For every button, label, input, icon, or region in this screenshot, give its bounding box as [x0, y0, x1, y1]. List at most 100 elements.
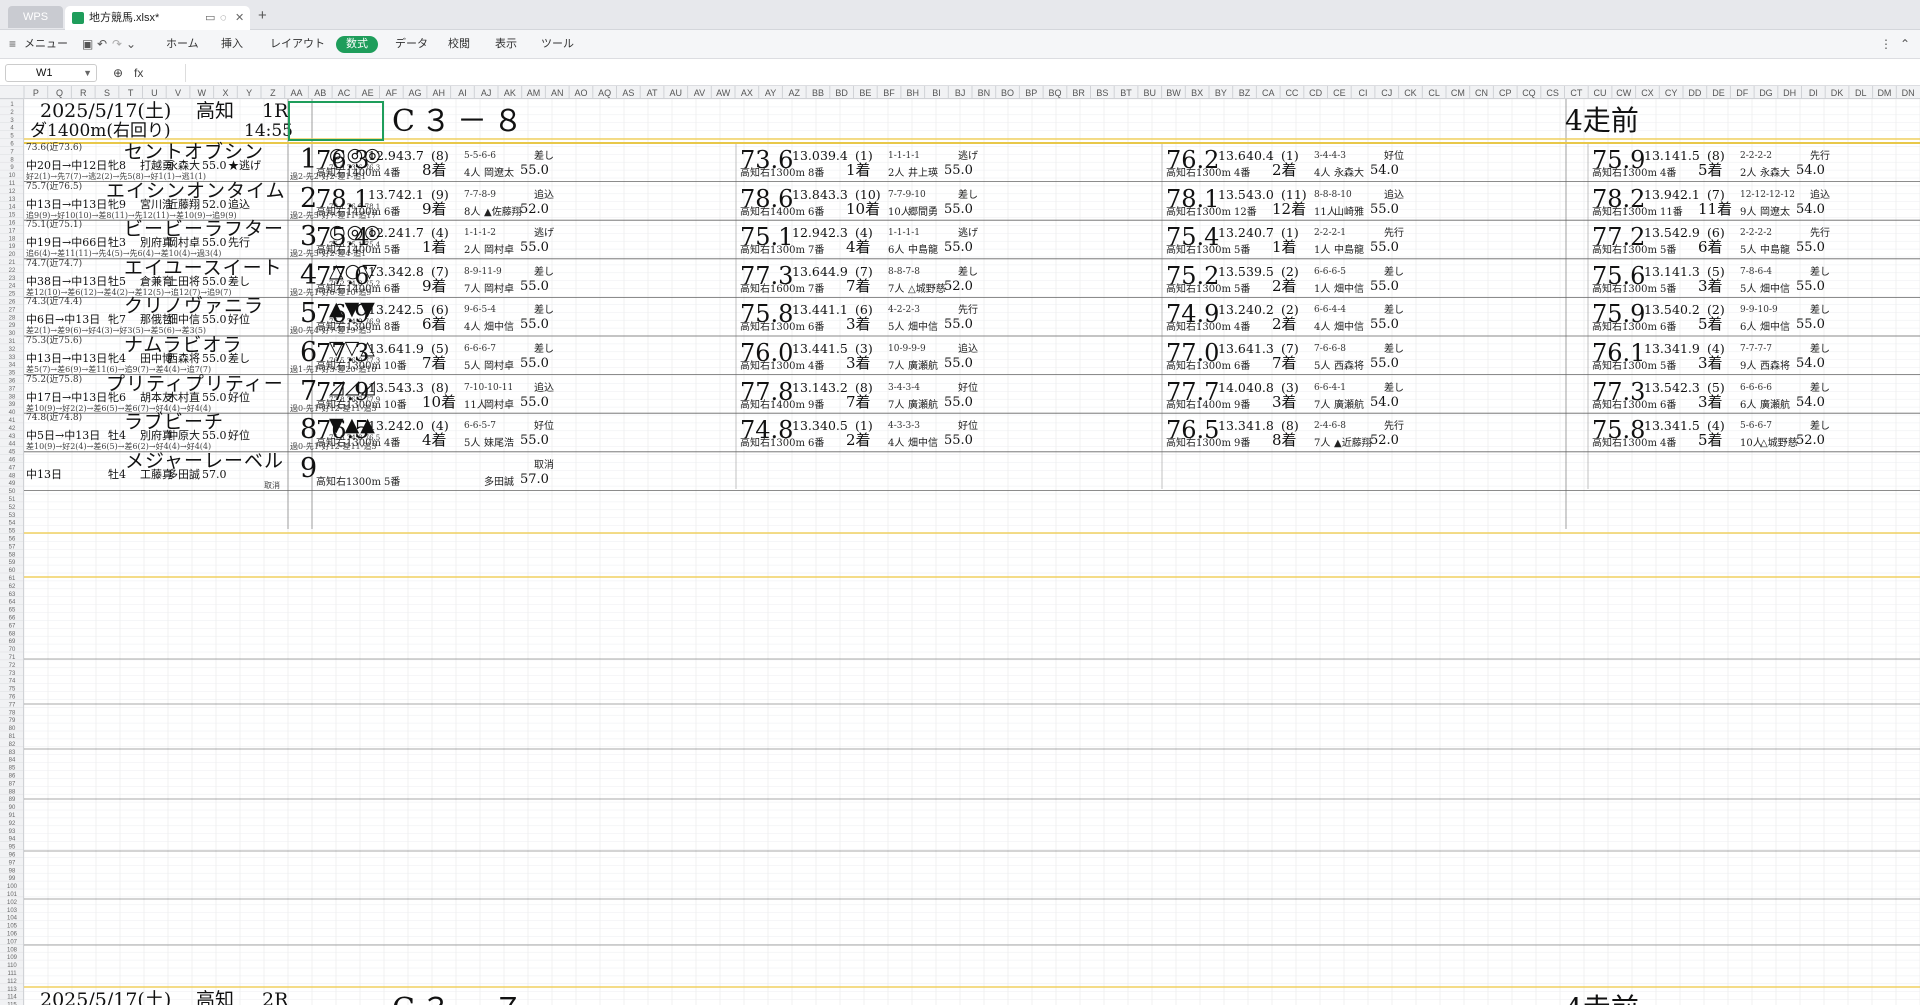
column-label[interactable]: DH	[1783, 88, 1796, 98]
column-label[interactable]: CK	[1404, 88, 1417, 98]
undo-icon[interactable]: ↶	[97, 36, 107, 53]
selected-cell[interactable]	[288, 101, 384, 141]
collapse-ribbon-icon[interactable]: ⌃	[1900, 36, 1910, 53]
column-label[interactable]: BO	[1001, 88, 1014, 98]
column-label[interactable]: AS	[622, 88, 634, 98]
column-label[interactable]: DM	[1877, 88, 1891, 98]
column-label[interactable]: CD	[1309, 88, 1322, 98]
column-label[interactable]: BD	[835, 88, 848, 98]
column-label[interactable]: AK	[504, 88, 516, 98]
column-label[interactable]: BE	[859, 88, 871, 98]
column-label[interactable]: BX	[1191, 88, 1203, 98]
column-label[interactable]: CQ	[1522, 88, 1536, 98]
column-label[interactable]: DG	[1759, 88, 1773, 98]
save-icon[interactable]: ▣	[82, 36, 93, 53]
column-label[interactable]: AU	[669, 88, 682, 98]
column-label[interactable]: BW	[1166, 88, 1181, 98]
column-label[interactable]: R	[80, 88, 87, 98]
sheet-grid[interactable]: 2025/5/17(土) 高知 1R ダ1400m(右回り) 14:55 C３－…	[24, 99, 1920, 1005]
column-label[interactable]: CU	[1594, 88, 1607, 98]
column-label[interactable]: CA	[1262, 88, 1275, 98]
column-label[interactable]: V	[175, 88, 181, 98]
menu-button[interactable]: メニュー	[18, 36, 74, 53]
column-header[interactable]: P Q R S T U V W X Y Z AA AB AC AE AF AG AH AI AJ AK AM AN AO AQ A…	[0, 86, 1920, 99]
column-label[interactable]: CC	[1285, 88, 1298, 98]
close-tab-icon[interactable]: ✕	[235, 6, 244, 30]
column-label[interactable]: DN	[1902, 88, 1915, 98]
column-label[interactable]: CS	[1546, 88, 1559, 98]
more-options-icon[interactable]: ⋮	[1880, 36, 1892, 53]
column-label[interactable]: CW	[1616, 88, 1631, 98]
column-label[interactable]: AZ	[788, 88, 800, 98]
column-label[interactable]: AW	[716, 88, 731, 98]
column-label[interactable]: AF	[386, 88, 398, 98]
column-label[interactable]: U	[151, 88, 158, 98]
column-label[interactable]: AC	[338, 88, 351, 98]
column-label[interactable]: AO	[574, 88, 587, 98]
tab-insert[interactable]: 挿入	[215, 36, 249, 53]
column-label[interactable]: BB	[812, 88, 824, 98]
fx-button[interactable]: fx	[134, 65, 143, 81]
column-label[interactable]: BI	[932, 88, 941, 98]
column-label[interactable]: X	[222, 88, 228, 98]
column-label[interactable]: BJ	[955, 88, 966, 98]
column-label[interactable]: Q	[56, 88, 63, 98]
column-label[interactable]: CL	[1428, 88, 1440, 98]
column-label[interactable]: CX	[1641, 88, 1654, 98]
column-label[interactable]: BP	[1025, 88, 1037, 98]
tab-layout[interactable]: レイアウト	[264, 36, 331, 53]
column-label[interactable]: AG	[409, 88, 422, 98]
column-label[interactable]: DK	[1831, 88, 1844, 98]
column-label[interactable]: AY	[765, 88, 776, 98]
tab-data[interactable]: データ	[389, 36, 434, 53]
tab-review[interactable]: 校閲	[442, 36, 476, 53]
column-label[interactable]: W	[198, 88, 207, 98]
column-label[interactable]: DD	[1688, 88, 1701, 98]
redo-icon[interactable]: ↷	[112, 36, 122, 53]
column-label[interactable]: CM	[1451, 88, 1465, 98]
column-label[interactable]: BF	[883, 88, 895, 98]
column-label[interactable]: AX	[741, 88, 753, 98]
column-label[interactable]: AT	[647, 88, 658, 98]
column-label[interactable]: CT	[1570, 88, 1582, 98]
column-label[interactable]: BH	[906, 88, 919, 98]
column-label[interactable]: AM	[527, 88, 541, 98]
column-label[interactable]: AB	[314, 88, 326, 98]
column-label[interactable]: CE	[1333, 88, 1346, 98]
column-label[interactable]: P	[33, 88, 39, 98]
column-label[interactable]: S	[104, 88, 110, 98]
column-label[interactable]: BN	[978, 88, 991, 98]
column-label[interactable]: BR	[1072, 88, 1085, 98]
zoom-icon[interactable]: ⊕	[113, 65, 123, 81]
column-label[interactable]: DF	[1736, 88, 1748, 98]
column-label[interactable]: CP	[1499, 88, 1512, 98]
column-label[interactable]: Y	[246, 88, 252, 98]
column-label[interactable]: BZ	[1239, 88, 1251, 98]
column-label[interactable]: Z	[270, 88, 276, 98]
column-label[interactable]: AI	[458, 88, 467, 98]
column-label[interactable]: AA	[291, 88, 303, 98]
formula-input[interactable]	[185, 64, 1910, 82]
app-tab-wps[interactable]: WPS	[8, 6, 63, 28]
column-label[interactable]: CN	[1475, 88, 1488, 98]
document-tab[interactable]: 地方競馬.xlsx* ▭ ◌ ✕	[65, 6, 250, 30]
column-label[interactable]: CY	[1665, 88, 1678, 98]
column-label[interactable]: BY	[1215, 88, 1227, 98]
column-label[interactable]: AN	[551, 88, 564, 98]
column-label[interactable]: BU	[1143, 88, 1156, 98]
hamburger-icon[interactable]: ≡	[9, 36, 16, 53]
column-label[interactable]: AV	[694, 88, 705, 98]
column-label[interactable]: AH	[432, 88, 445, 98]
more-quick-icon[interactable]: ⌄	[126, 36, 136, 53]
column-label[interactable]: DE	[1712, 88, 1725, 98]
column-label[interactable]: BT	[1120, 88, 1132, 98]
tab-tools[interactable]: ツール	[535, 36, 580, 53]
column-label[interactable]: AQ	[598, 88, 611, 98]
column-label[interactable]: DI	[1809, 88, 1818, 98]
tab-home[interactable]: ホーム	[160, 36, 205, 53]
new-tab-button[interactable]: +	[258, 6, 267, 26]
row-header[interactable]: 1 2 3 4 5 6 7 8 9 10 11 12 13 14 15 16 17 18 19 20 21 22 23 24 2…	[0, 99, 24, 1005]
column-label[interactable]: AE	[362, 88, 374, 98]
column-label[interactable]: BQ	[1048, 88, 1061, 98]
column-label[interactable]: CJ	[1381, 88, 1392, 98]
